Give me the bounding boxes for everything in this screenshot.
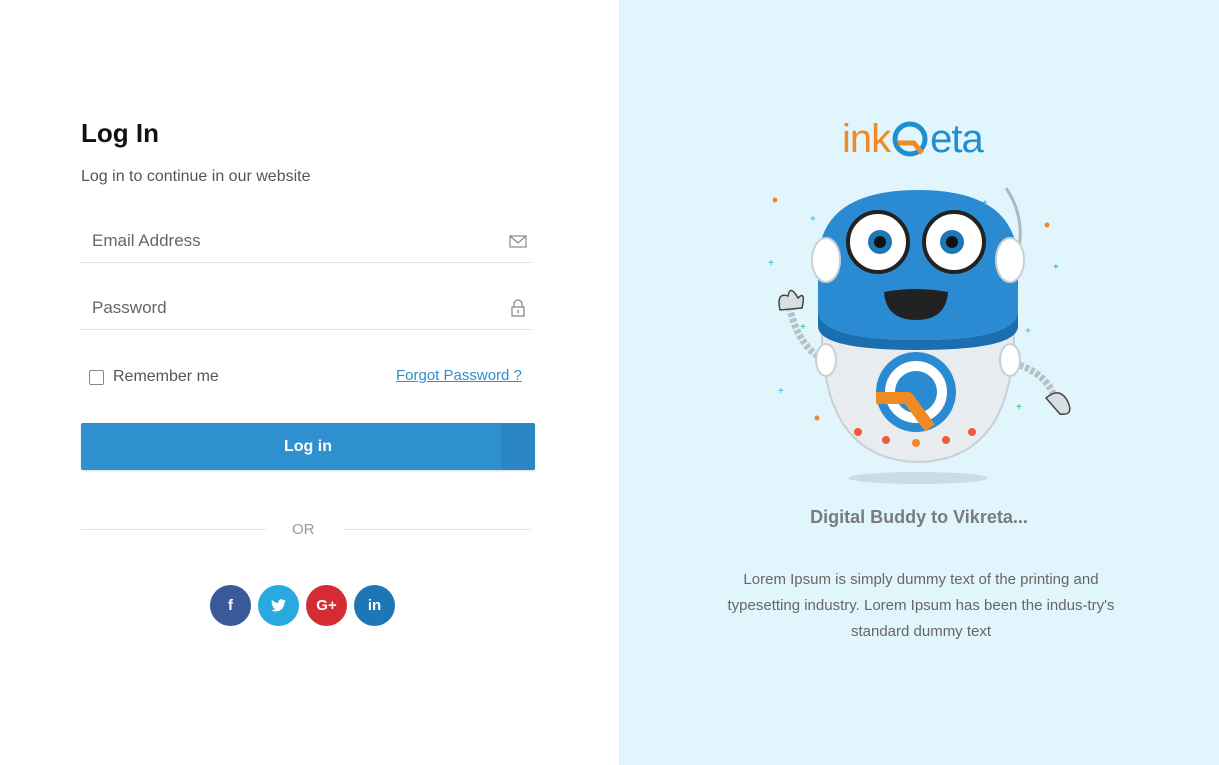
google-plus-button[interactable]: G+ [306,585,347,626]
google-plus-icon: G+ [316,597,337,614]
remember-label: Remember me [113,368,219,385]
login-button-edge [501,423,535,470]
logo-text-part2: eta [930,116,984,161]
or-separator: OR [292,521,315,538]
svg-text:+: + [768,258,774,269]
password-input[interactable] [81,286,481,330]
facebook-button[interactable]: f [210,585,251,626]
promo-description: Lorem Ipsum is simply dummy text of the … [727,571,1115,640]
brand-logo: ink eta [842,114,984,164]
svg-text:+: + [1053,262,1059,273]
promo-tagline: Digital Buddy to Vikreta... [810,507,1028,527]
divider-left [81,529,266,530]
forgot-password-link[interactable]: Forgot Password ? [396,367,522,384]
svg-text:+: + [1025,326,1031,337]
login-panel: Log In Log in to continue in our website… [0,0,619,765]
linkedin-icon: in [367,597,382,614]
remember-me[interactable]: Remember me [89,368,219,386]
logo-text-part1: ink [842,116,891,161]
robot-mascot-illustration: + + + + + + + + [768,187,1071,484]
login-button-label: Log in [284,437,332,455]
facebook-icon: f [228,597,233,614]
remember-checkbox[interactable] [89,369,104,385]
page-title: Log In [81,118,159,148]
svg-text:+: + [778,386,784,397]
logo-mark-icon [892,121,928,157]
twitter-icon [271,599,286,612]
lock-icon [511,299,525,317]
divider-right [344,529,531,530]
page-subtitle: Log in to continue in our website [81,168,311,185]
svg-text:+: + [1016,402,1022,413]
password-field [81,286,531,330]
login-button[interactable]: Log in [81,423,535,470]
twitter-button[interactable] [258,585,299,626]
email-field [81,219,531,263]
linkedin-button[interactable]: in [354,585,395,626]
svg-text:+: + [810,214,816,225]
envelope-icon [509,235,527,248]
email-input[interactable] [81,219,481,263]
